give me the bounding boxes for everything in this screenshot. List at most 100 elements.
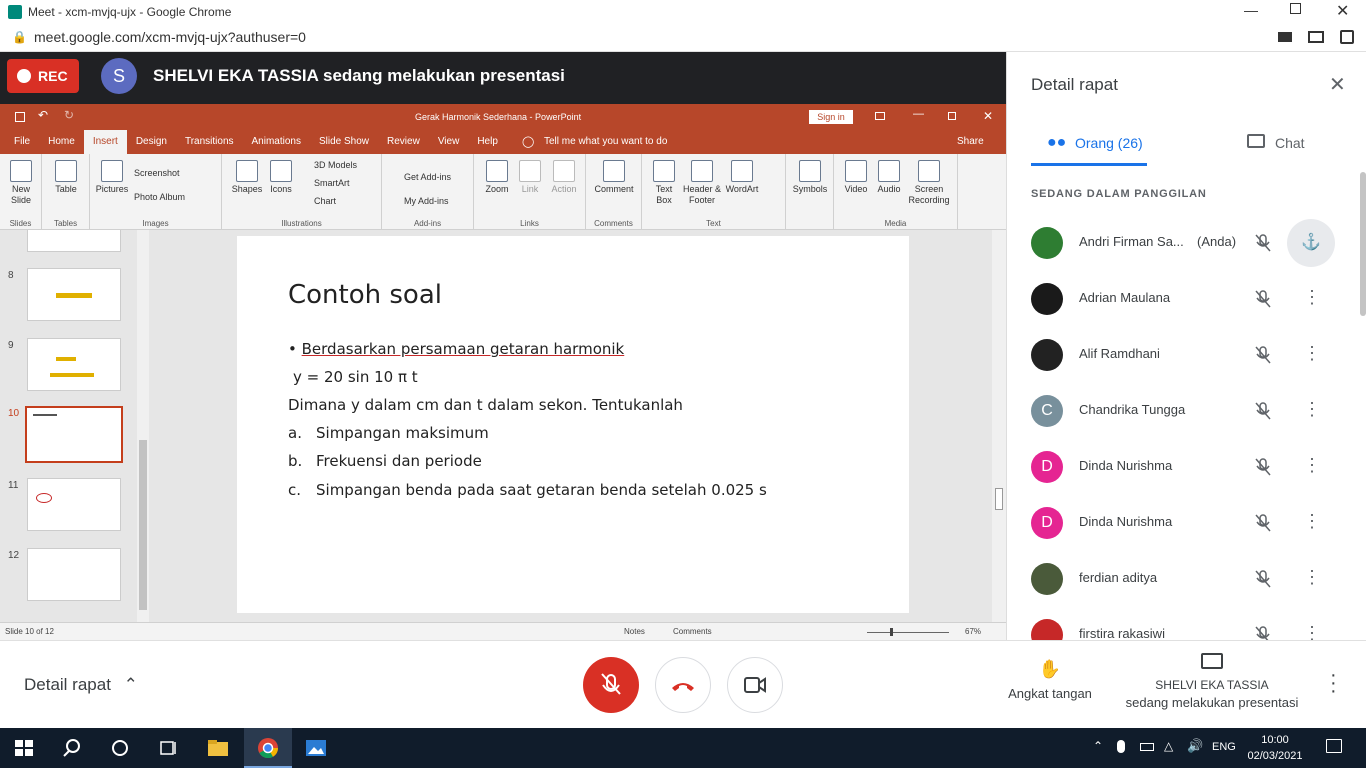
ribbon-tab-file[interactable]: File	[5, 130, 39, 154]
more-options-icon[interactable]: ⋮	[1303, 623, 1321, 640]
raise-hand-button[interactable]: ✋ Angkat tangan	[1000, 659, 1100, 709]
participant-row[interactable]: Adrian Maulana ⋮	[1007, 271, 1359, 327]
restore-button[interactable]	[1290, 3, 1301, 14]
tray-battery-icon[interactable]	[1140, 743, 1154, 751]
photo-album-button[interactable]: Photo Album	[134, 192, 185, 203]
notes-button[interactable]: Notes	[624, 627, 645, 636]
more-options-icon[interactable]: · · ·	[1330, 665, 1337, 701]
slide-thumbnail-7[interactable]	[27, 230, 121, 252]
undo-icon[interactable]: ↶	[38, 108, 48, 122]
clock[interactable]: 10:00 02/03/2021	[1244, 732, 1306, 764]
chart-button[interactable]: Chart	[314, 196, 336, 207]
camera-toggle-button[interactable]	[727, 657, 783, 713]
tell-me-search[interactable]: Tell me what you want to do	[535, 130, 676, 154]
text-box-button[interactable]: Text Box	[648, 160, 680, 206]
slide-thumbnail[interactable]	[27, 478, 121, 531]
chrome-taskbar-item[interactable]	[244, 728, 292, 768]
ribbon-tab-animations[interactable]: Animations	[243, 130, 310, 154]
zoom-slider-thumb[interactable]	[890, 628, 893, 636]
ribbon-display-icon[interactable]	[875, 112, 885, 120]
participant-row[interactable]: D Dinda Nurishma ⋮	[1007, 439, 1359, 495]
ribbon-tab-review[interactable]: Review	[378, 130, 429, 154]
action-button[interactable]: Action	[548, 160, 580, 195]
cast-icon[interactable]	[1308, 31, 1324, 43]
3d-models-button[interactable]: 3D Models	[314, 160, 357, 171]
tray-chevron-icon[interactable]: ⌃	[1093, 739, 1103, 753]
minimize-button[interactable]: —	[1244, 2, 1258, 18]
more-options-icon[interactable]: ⋮	[1303, 567, 1321, 587]
participant-row[interactable]: Andri Firman Sa... (Anda) ⚓	[1007, 215, 1359, 271]
zoom-level[interactable]: 67%	[965, 627, 981, 636]
my-addins-button[interactable]: My Add-ins	[404, 196, 449, 207]
close-window-button[interactable]: ✕	[1336, 1, 1349, 21]
ribbon-tab-slide-show[interactable]: Slide Show	[310, 130, 378, 154]
new-slide-button[interactable]: New Slide	[5, 160, 37, 206]
zoom-button[interactable]: Zoom	[482, 160, 512, 195]
close-panel-button[interactable]: ✕	[1329, 72, 1346, 97]
shapes-button[interactable]: Shapes	[230, 160, 264, 195]
ribbon-tab-view[interactable]: View	[429, 130, 469, 154]
meeting-details-button[interactable]: Detail rapat ⌃	[24, 675, 138, 695]
notifications-icon[interactable]	[1326, 739, 1342, 753]
mic-toggle-button[interactable]	[583, 657, 639, 713]
smartart-button[interactable]: SmartArt	[314, 178, 350, 189]
ppt-minimize-button[interactable]: —	[913, 108, 924, 120]
search-icon[interactable]	[60, 736, 84, 760]
screen-recording-button[interactable]: Screen Recording	[906, 160, 952, 206]
comments-button[interactable]: Comments	[673, 627, 712, 636]
tab-people[interactable]: ●● Orang (26)	[1031, 130, 1147, 166]
current-slide[interactable]: Contoh soal • Berdasarkan persamaan geta…	[237, 236, 909, 613]
ribbon-tab-help[interactable]: Help	[468, 130, 507, 154]
audio-button[interactable]: Audio	[874, 160, 904, 195]
pin-icon[interactable]: ⚓	[1287, 219, 1335, 267]
icons-button[interactable]: Icons	[266, 160, 296, 195]
leave-call-button[interactable]	[655, 657, 711, 713]
save-icon[interactable]	[15, 112, 25, 122]
slide-thumbnail[interactable]	[27, 548, 121, 601]
ribbon-tab-design[interactable]: Design	[127, 130, 176, 154]
table-button[interactable]: Table	[50, 160, 82, 195]
ribbon-tab-home[interactable]: Home	[39, 130, 84, 154]
cortana-icon[interactable]	[108, 736, 132, 760]
task-view-icon[interactable]	[156, 736, 180, 760]
screenshot-button[interactable]: Screenshot	[134, 168, 180, 179]
tray-network-icon[interactable]: △	[1164, 739, 1173, 753]
more-options-icon[interactable]: ⋮	[1303, 455, 1321, 475]
header-footer-button[interactable]: Header & Footer	[682, 160, 722, 206]
ppt-restore-button[interactable]	[948, 112, 956, 120]
presenting-status-button[interactable]: SHELVI EKA TASSIA sedang melakukan prese…	[1112, 653, 1312, 717]
more-options-icon[interactable]: ⋮	[1303, 287, 1321, 307]
zoom-slider[interactable]	[867, 632, 949, 633]
video-button[interactable]: Video	[842, 160, 870, 195]
ribbon-tab-transitions[interactable]: Transitions	[176, 130, 243, 154]
more-options-icon[interactable]: ⋮	[1303, 343, 1321, 363]
editor-scrollbar[interactable]	[992, 230, 1006, 622]
editor-scroll-thumb[interactable]	[995, 488, 1003, 510]
slide-thumbnail-current[interactable]	[25, 406, 123, 463]
file-explorer-icon[interactable]	[206, 736, 230, 760]
slide-thumbnail[interactable]	[27, 338, 121, 391]
ribbon-tab-insert[interactable]: Insert	[83, 130, 127, 154]
get-addins-button[interactable]: Get Add-ins	[404, 172, 451, 183]
participant-row[interactable]: firstira rakasiwi ⋮	[1007, 607, 1359, 640]
more-options-icon[interactable]: ⋮	[1303, 511, 1321, 531]
symbols-button[interactable]: Symbols	[790, 160, 830, 195]
windows-start-icon[interactable]	[12, 736, 36, 760]
tray-mic-icon[interactable]	[1117, 740, 1125, 753]
tray-volume-icon[interactable]: 🔊	[1187, 738, 1203, 754]
wordart-button[interactable]: WordArt	[724, 160, 760, 195]
link-button[interactable]: Link	[516, 160, 544, 195]
participant-row[interactable]: ferdian aditya ⋮	[1007, 551, 1359, 607]
photos-icon[interactable]	[304, 736, 328, 760]
url-field[interactable]: meet.google.com/xcm-mvjq-ujx?authuser=0	[34, 29, 306, 45]
ppt-close-button[interactable]: ✕	[983, 109, 993, 123]
extension-icon[interactable]	[1340, 30, 1354, 44]
participant-row[interactable]: Alif Ramdhani ⋮	[1007, 327, 1359, 383]
tab-chat[interactable]: Chat	[1243, 130, 1343, 166]
panel-scrollbar[interactable]	[1359, 172, 1366, 640]
comment-button[interactable]: Comment	[590, 160, 638, 195]
participant-row[interactable]: C Chandrika Tungga ⋮	[1007, 383, 1359, 439]
thumbnail-scroll-thumb[interactable]	[139, 440, 147, 610]
participant-row[interactable]: D Dinda Nurishma ⋮	[1007, 495, 1359, 551]
share-button[interactable]: Share	[948, 130, 993, 154]
